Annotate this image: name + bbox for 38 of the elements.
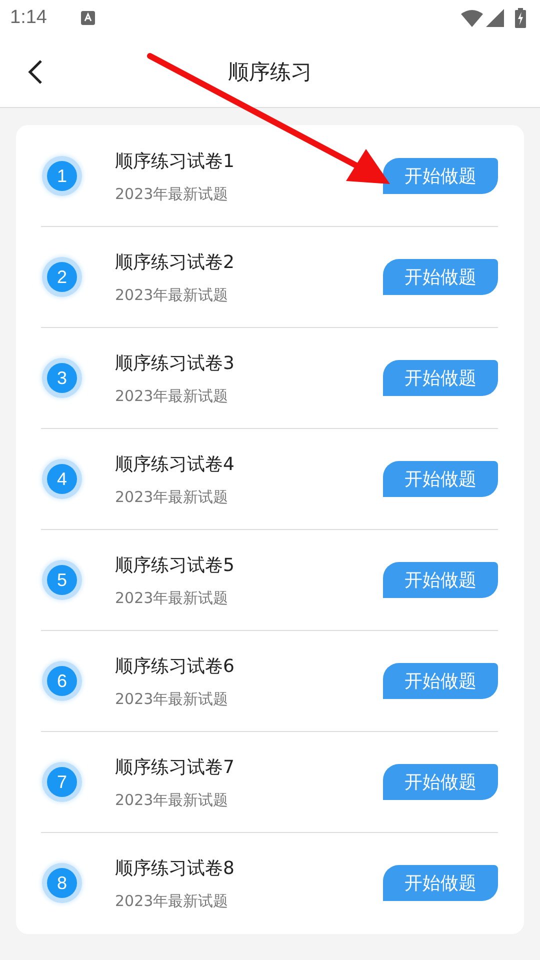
start-button[interactable]: 开始做题	[383, 764, 498, 800]
keyboard-icon	[80, 11, 95, 25]
start-button[interactable]: 开始做题	[383, 360, 498, 396]
paper-subtitle: 2023年最新试题	[115, 184, 228, 204]
start-button[interactable]: 开始做题	[383, 158, 498, 194]
paper-title: 顺序练习试卷4	[115, 452, 234, 476]
page-title: 顺序练习	[228, 58, 312, 86]
paper-title: 顺序练习试卷7	[115, 756, 234, 778]
paper-subtitle: 2023年最新试题	[115, 386, 228, 406]
start-button[interactable]: 开始做题	[383, 663, 498, 699]
paper-title: 顺序练习试卷5	[115, 554, 234, 576]
paper-title: 顺序练习试卷6	[115, 654, 234, 678]
clock: 1:14	[10, 7, 47, 29]
number-badge: 4	[47, 464, 77, 494]
paper-title: 顺序练习试卷2	[115, 250, 234, 274]
number-badge: 1	[47, 161, 77, 191]
number-badge: 6	[47, 666, 77, 696]
number-badge: 5	[47, 565, 77, 595]
number-badge: 3	[47, 363, 77, 393]
battery-icon	[515, 8, 526, 28]
paper-title: 顺序练习试卷8	[115, 856, 234, 880]
start-button[interactable]: 开始做题	[383, 562, 498, 598]
paper-title: 顺序练习试卷3	[115, 352, 234, 374]
signal-icon	[486, 9, 504, 27]
paper-subtitle: 2023年最新试题	[115, 488, 228, 506]
start-button[interactable]: 开始做题	[383, 865, 498, 901]
paper-subtitle: 2023年最新试题	[115, 588, 228, 608]
paper-subtitle: 2023年最新试题	[115, 790, 228, 810]
number-badge: 2	[47, 262, 77, 292]
paper-subtitle: 2023年最新试题	[115, 286, 228, 304]
start-button[interactable]: 开始做题	[383, 259, 498, 295]
paper-title: 顺序练习试卷1	[115, 150, 234, 172]
paper-subtitle: 2023年最新试题	[115, 690, 228, 708]
number-badge: 7	[47, 767, 77, 797]
wifi-icon	[461, 10, 483, 26]
start-button[interactable]: 开始做题	[383, 461, 498, 497]
number-badge: 8	[47, 868, 77, 898]
paper-subtitle: 2023年最新试题	[115, 892, 228, 910]
